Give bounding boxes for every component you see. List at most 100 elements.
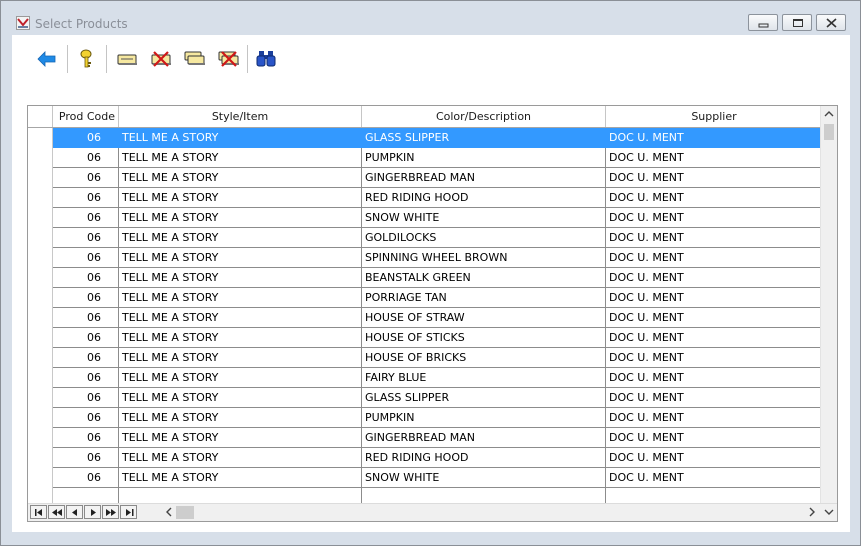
cell-supplier[interactable]: DOC U. MENT [606, 388, 822, 408]
cell-color-description[interactable]: HOUSE OF STICKS [362, 328, 606, 348]
scroll-right-icon[interactable] [806, 504, 818, 520]
cell-style-item[interactable]: TELL ME A STORY [119, 428, 362, 448]
table-row[interactable]: 06 TELL ME A STORY PUMPKIN DOC U. MENT [28, 148, 822, 168]
table-row[interactable]: 06 TELL ME A STORY RED RIDING HOOD DOC U. M… [28, 448, 822, 468]
cell-prod-code[interactable]: 06 [53, 448, 119, 468]
delete-ticket-stack-button[interactable] [216, 46, 242, 72]
column-header-style-item[interactable]: Style/Item [119, 106, 362, 127]
vertical-scrollbar[interactable] [820, 106, 837, 505]
table-row[interactable]: 06 TELL ME A STORY FAIRY BLUE DOC U. MENT [28, 368, 822, 388]
cell-style-item[interactable]: TELL ME A STORY [119, 448, 362, 468]
table-row[interactable]: 06 TELL ME A STORY GINGERBREAD MAN DOC U. M… [28, 168, 822, 188]
cell-prod-code[interactable]: 06 [53, 248, 119, 268]
cell-color-description[interactable]: FAIRY BLUE [362, 368, 606, 388]
table-row[interactable]: 06 TELL ME A STORY GLASS SLIPPER DOC U. MEN… [28, 388, 822, 408]
row-selector[interactable] [28, 328, 53, 348]
cell-style-item[interactable]: TELL ME A STORY [119, 208, 362, 228]
cell-color-description[interactable]: RED RIDING HOOD [362, 448, 606, 468]
horizontal-scroll-thumb[interactable] [176, 506, 194, 519]
scroll-left-icon[interactable] [163, 504, 175, 520]
row-selector[interactable] [28, 408, 53, 428]
cell-color-description[interactable]: RED RIDING HOOD [362, 188, 606, 208]
cell-supplier[interactable]: DOC U. MENT [606, 248, 822, 268]
row-selector[interactable] [28, 168, 53, 188]
row-selector[interactable] [28, 308, 53, 328]
cell-prod-code[interactable]: 06 [53, 188, 119, 208]
cell-prod-code[interactable]: 06 [53, 208, 119, 228]
cell-color-description[interactable]: GINGERBREAD MAN [362, 168, 606, 188]
table-row[interactable]: 06 TELL ME A STORY RED RIDING HOOD DOC U. M… [28, 188, 822, 208]
cell-color-description[interactable]: BEANSTALK GREEN [362, 268, 606, 288]
table-row[interactable]: 06 TELL ME A STORY HOUSE OF STRAW DOC U. ME… [28, 308, 822, 328]
cell-supplier[interactable]: DOC U. MENT [606, 328, 822, 348]
key-button[interactable] [74, 46, 100, 72]
delete-ticket-button[interactable] [148, 46, 174, 72]
next-record-button[interactable] [84, 505, 101, 519]
cell-style-item[interactable]: TELL ME A STORY [119, 228, 362, 248]
row-selector[interactable] [28, 228, 53, 248]
cell-prod-code[interactable]: 06 [53, 288, 119, 308]
cell-color-description[interactable]: GINGERBREAD MAN [362, 428, 606, 448]
cell-style-item[interactable]: TELL ME A STORY [119, 388, 362, 408]
cell-style-item[interactable]: TELL ME A STORY [119, 168, 362, 188]
cell-style-item[interactable]: TELL ME A STORY [119, 348, 362, 368]
row-selector[interactable] [28, 348, 53, 368]
previous-record-button[interactable] [66, 505, 83, 519]
cell-style-item[interactable]: TELL ME A STORY [119, 308, 362, 328]
maximize-button[interactable] [782, 14, 812, 31]
first-record-button[interactable] [30, 505, 47, 519]
row-selector[interactable] [28, 148, 53, 168]
cell-prod-code[interactable]: 06 [53, 468, 119, 488]
row-selector[interactable] [28, 268, 53, 288]
table-row[interactable]: 06 TELL ME A STORY HOUSE OF BRICKS DOC U. M… [28, 348, 822, 368]
previous-page-button[interactable] [48, 505, 65, 519]
column-header-supplier[interactable]: Supplier [606, 106, 822, 127]
cell-style-item[interactable]: TELL ME A STORY [119, 368, 362, 388]
cell-supplier[interactable]: DOC U. MENT [606, 368, 822, 388]
next-page-button[interactable] [102, 505, 119, 519]
cell-supplier[interactable]: DOC U. MENT [606, 128, 822, 148]
cell-prod-code[interactable]: 06 [53, 388, 119, 408]
cell-color-description[interactable]: GLASS SLIPPER [362, 128, 606, 148]
close-button[interactable] [816, 14, 846, 31]
cell-prod-code[interactable]: 06 [53, 268, 119, 288]
cell-supplier[interactable]: DOC U. MENT [606, 288, 822, 308]
products-grid[interactable]: Prod Code Style/Item Color/Description S… [27, 105, 838, 522]
row-selector[interactable] [28, 468, 53, 488]
cell-supplier[interactable]: DOC U. MENT [606, 188, 822, 208]
table-row[interactable]: 06 TELL ME A STORY GLASS SLIPPER DOC U. MEN… [28, 128, 822, 148]
cell-style-item[interactable]: TELL ME A STORY [119, 188, 362, 208]
table-row[interactable]: 06 TELL ME A STORY SNOW WHITE DOC U. MENT [28, 468, 822, 488]
row-selector[interactable] [28, 128, 53, 148]
cell-style-item[interactable]: TELL ME A STORY [119, 248, 362, 268]
cell-supplier[interactable]: DOC U. MENT [606, 308, 822, 328]
cell-supplier[interactable]: DOC U. MENT [606, 428, 822, 448]
table-row[interactable]: 06 TELL ME A STORY HOUSE OF STICKS DOC U. M… [28, 328, 822, 348]
cell-color-description[interactable]: GLASS SLIPPER [362, 388, 606, 408]
table-row[interactable]: 06 TELL ME A STORY PORRIAGE TAN DOC U. MENT [28, 288, 822, 308]
cell-style-item[interactable]: TELL ME A STORY [119, 328, 362, 348]
cell-style-item[interactable]: TELL ME A STORY [119, 288, 362, 308]
row-selector[interactable] [28, 448, 53, 468]
cell-style-item[interactable]: TELL ME A STORY [119, 408, 362, 428]
cell-prod-code[interactable]: 06 [53, 148, 119, 168]
cell-color-description[interactable]: SNOW WHITE [362, 468, 606, 488]
row-selector[interactable] [28, 428, 53, 448]
cell-prod-code[interactable]: 06 [53, 168, 119, 188]
cell-style-item[interactable]: TELL ME A STORY [119, 148, 362, 168]
cell-color-description[interactable]: GOLDILOCKS [362, 228, 606, 248]
cell-supplier[interactable]: DOC U. MENT [606, 268, 822, 288]
table-row[interactable]: 06 TELL ME A STORY GINGERBREAD MAN DOC U. M… [28, 428, 822, 448]
cell-prod-code[interactable]: 06 [53, 308, 119, 328]
cell-prod-code[interactable]: 06 [53, 228, 119, 248]
cell-prod-code[interactable]: 06 [53, 128, 119, 148]
scroll-up-icon[interactable] [821, 106, 837, 122]
cell-color-description[interactable]: SNOW WHITE [362, 208, 606, 228]
cell-style-item[interactable]: TELL ME A STORY [119, 128, 362, 148]
column-header-color-description[interactable]: Color/Description [362, 106, 606, 127]
row-selector[interactable] [28, 288, 53, 308]
cell-prod-code[interactable]: 06 [53, 348, 119, 368]
last-record-button[interactable] [120, 505, 137, 519]
cell-color-description[interactable]: PUMPKIN [362, 408, 606, 428]
row-selector[interactable] [28, 208, 53, 228]
